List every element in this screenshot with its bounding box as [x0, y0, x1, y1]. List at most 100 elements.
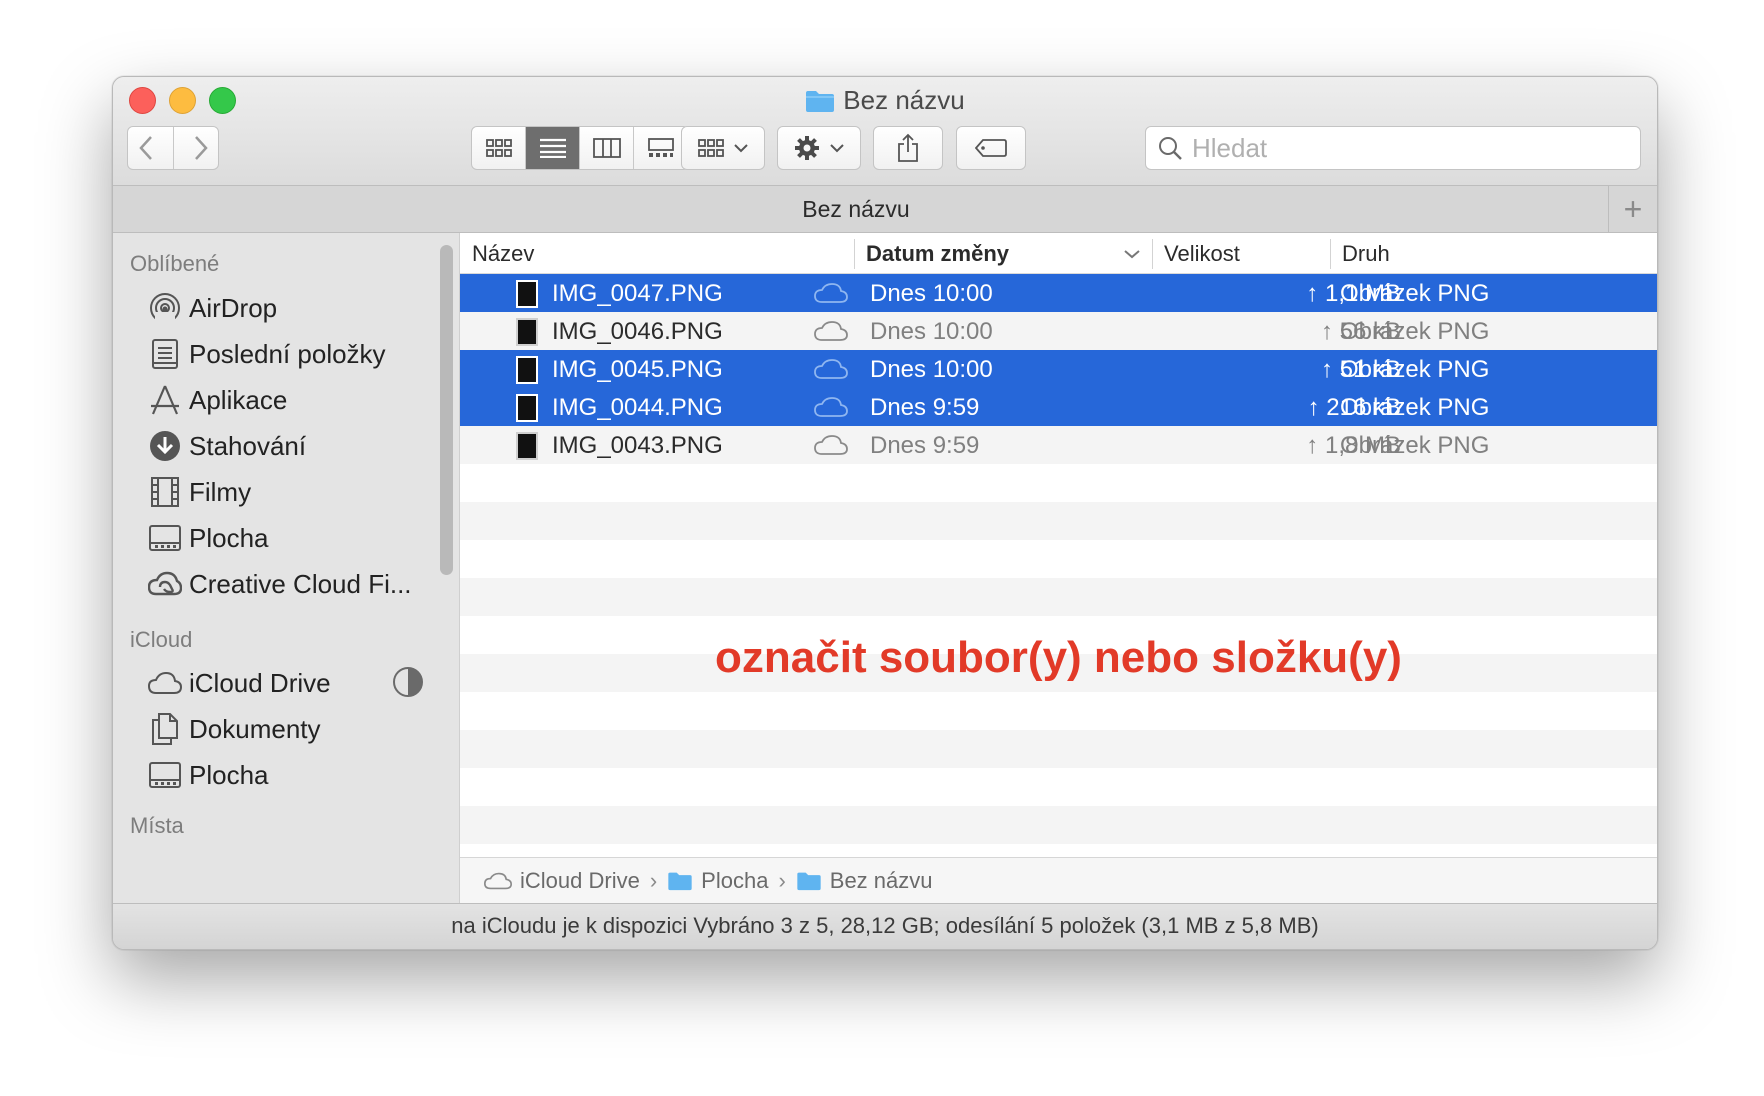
- sidebar-scrollbar[interactable]: [440, 245, 453, 575]
- chevron-right-icon: ›: [778, 867, 786, 893]
- file-date: Dnes 9:59: [870, 432, 980, 459]
- sidebar-item-label: Plocha: [189, 522, 269, 553]
- list-view-button[interactable]: [526, 127, 580, 169]
- cloud-icon: [484, 871, 512, 891]
- gallery-icon: [648, 138, 674, 157]
- sidebar-item-downloads[interactable]: Stahování: [147, 426, 306, 466]
- sidebar-item-icloud-desktop[interactable]: Plocha: [147, 755, 269, 795]
- icloud-usage-indicator: [391, 665, 425, 704]
- sidebar-item-creative-cloud[interactable]: Creative Cloud Fi...: [147, 564, 412, 604]
- empty-row: [460, 540, 1657, 578]
- downloads-icon: [147, 428, 183, 464]
- path-crumb-desktop[interactable]: Plocha: [667, 868, 768, 894]
- table-row[interactable]: IMG_0045.PNG Dnes 10:00 ↑ 51 kB Obrázek …: [460, 350, 1657, 388]
- creative-cloud-icon: [147, 566, 183, 602]
- search-field[interactable]: [1145, 126, 1641, 170]
- file-date: Dnes 10:00: [870, 280, 993, 307]
- table-row[interactable]: IMG_0046.PNG Dnes 10:00 ↑ 56 kB Obrázek …: [460, 312, 1657, 350]
- window-title: Bez názvu: [113, 85, 1657, 119]
- folder-icon: [796, 871, 822, 891]
- tags-button[interactable]: [956, 126, 1026, 170]
- file-kind: Obrázek PNG: [1340, 432, 1490, 459]
- empty-row: [460, 578, 1657, 616]
- cloud-upload-icon: [814, 358, 848, 387]
- column-size[interactable]: Velikost: [1164, 241, 1240, 267]
- column-header: Název Datum změny Velikost Druh: [460, 233, 1657, 274]
- file-kind: Obrázek PNG: [1340, 356, 1490, 383]
- forward-button[interactable]: [193, 135, 209, 161]
- column-date[interactable]: Datum změny: [866, 241, 1009, 267]
- file-rows: IMG_0047.PNG Dnes 10:00 ↑ 1,1 MB Obrázek…: [460, 274, 1657, 844]
- nav-buttons: [127, 126, 219, 170]
- png-thumbnail-icon: [516, 394, 538, 422]
- sidebar-item-recents[interactable]: Poslední položky: [147, 334, 386, 374]
- sidebar-item-airdrop[interactable]: AirDrop: [147, 288, 277, 328]
- empty-row: [460, 692, 1657, 730]
- empty-row: [460, 464, 1657, 502]
- back-button[interactable]: [138, 135, 154, 161]
- sidebar-item-desktop[interactable]: Plocha: [147, 518, 269, 558]
- gallery-view-button[interactable]: [634, 127, 688, 169]
- png-thumbnail-icon: [516, 356, 538, 384]
- sidebar-item-movies[interactable]: Filmy: [147, 472, 251, 512]
- action-menu-button[interactable]: [777, 126, 861, 170]
- sort-chevron-down-icon: [1124, 250, 1140, 259]
- table-row[interactable]: IMG_0043.PNG Dnes 9:59 ↑ 1,8 MB Obrázek …: [460, 426, 1657, 464]
- file-kind: Obrázek PNG: [1340, 318, 1490, 345]
- sidebar-item-label: AirDrop: [189, 292, 278, 323]
- search-icon: [1159, 137, 1182, 160]
- folder-icon: [805, 89, 835, 119]
- table-row[interactable]: IMG_0044.PNG Dnes 9:59 ↑ 216 kB Obrázek …: [460, 388, 1657, 426]
- titlebar: Bez názvu: [113, 77, 1657, 185]
- cloud-upload-icon: [814, 434, 848, 463]
- empty-row: [460, 502, 1657, 540]
- new-tab-button[interactable]: +: [1608, 186, 1657, 232]
- sidebar-header-icloud: iCloud: [130, 627, 193, 652]
- share-button[interactable]: [873, 126, 943, 170]
- path-crumb-icloud-drive[interactable]: iCloud Drive: [484, 868, 640, 894]
- chevron-down-icon: [830, 144, 844, 153]
- table-row[interactable]: IMG_0047.PNG Dnes 10:00 ↑ 1,1 MB Obrázek…: [460, 274, 1657, 312]
- file-date: Dnes 10:00: [870, 356, 993, 383]
- png-thumbnail-icon: [516, 318, 538, 346]
- plus-icon: +: [1623, 190, 1643, 227]
- desktop-icon: [147, 757, 183, 793]
- column-kind[interactable]: Druh: [1342, 241, 1390, 267]
- chevron-right-icon: [194, 136, 208, 160]
- sidebar-item-applications[interactable]: Aplikace: [147, 380, 287, 420]
- desktop-icon: [147, 520, 183, 556]
- group-by-button[interactable]: [681, 126, 765, 170]
- tab-title[interactable]: Bez názvu: [113, 196, 1599, 223]
- folder-icon: [667, 871, 693, 891]
- sidebar-item-label: Dokumenty: [189, 713, 321, 744]
- view-mode-control: [471, 126, 689, 170]
- chevron-left-icon: [138, 136, 152, 160]
- sidebar-item-label: Plocha: [189, 759, 269, 790]
- movies-icon: [147, 474, 183, 510]
- icon-view-button[interactable]: [472, 127, 526, 169]
- cloud-upload-icon: [814, 282, 848, 311]
- path-crumb-label: Plocha: [701, 867, 769, 893]
- sidebar-item-label: Aplikace: [189, 384, 288, 415]
- sidebar-item-label: iCloud Drive: [189, 667, 331, 698]
- documents-icon: [147, 711, 183, 747]
- path-crumb-label: iCloud Drive: [520, 867, 640, 893]
- path-crumb-current-folder[interactable]: Bez názvu: [796, 868, 933, 894]
- tab-bar: Bez názvu +: [113, 185, 1657, 233]
- empty-row: [460, 806, 1657, 844]
- sidebar-item-documents[interactable]: Dokumenty: [147, 709, 321, 749]
- column-view-button[interactable]: [580, 127, 634, 169]
- sidebar-item-label: Filmy: [189, 476, 252, 507]
- recents-icon: [147, 336, 183, 372]
- chevron-right-icon: ›: [649, 867, 658, 893]
- list-icon: [539, 138, 566, 158]
- share-icon: [898, 133, 918, 162]
- tag-icon: [975, 139, 1007, 157]
- column-name[interactable]: Název: [472, 241, 534, 267]
- annotation-text: označit soubor(y) nebo složku(y): [715, 633, 1402, 682]
- file-date: Dnes 9:59: [870, 394, 980, 421]
- path-crumb-label: Bez názvu: [829, 867, 933, 893]
- search-input[interactable]: [1190, 131, 1614, 165]
- path-bar: iCloud Drive › Plocha › Bez názvu: [460, 857, 1657, 903]
- file-date: Dnes 10:00: [870, 318, 993, 345]
